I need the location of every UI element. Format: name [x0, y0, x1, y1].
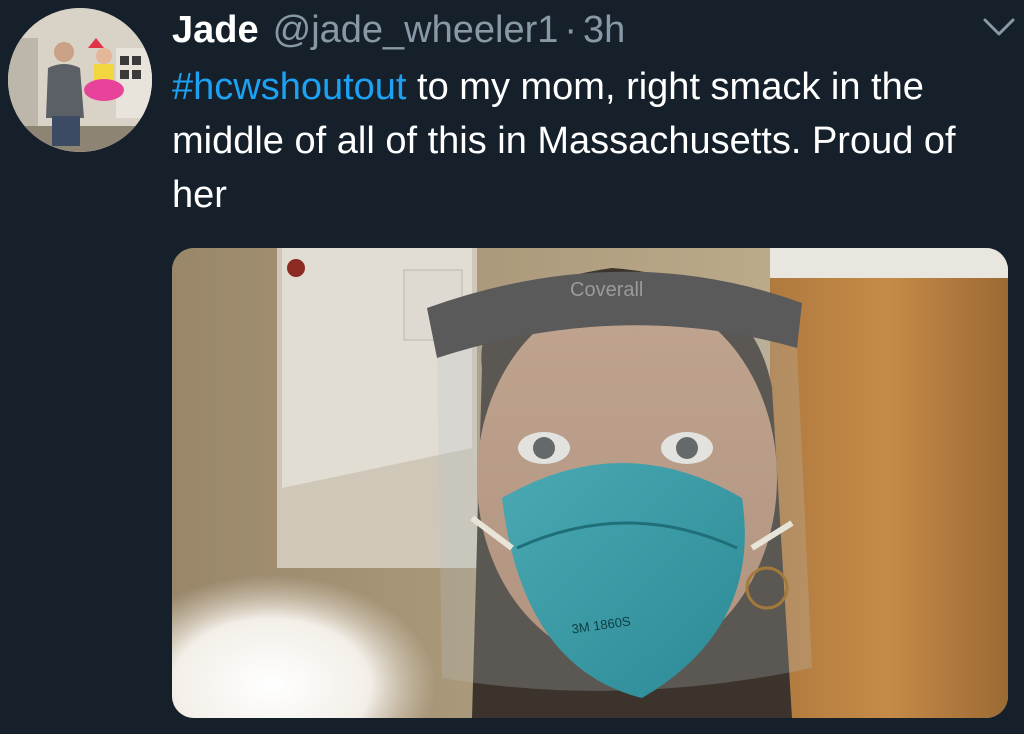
chevron-down-icon[interactable]	[982, 16, 1016, 38]
avatar-photo	[8, 8, 152, 152]
tweet-photo[interactable]: Coverall 3M 1860S	[172, 248, 1008, 718]
avatar[interactable]	[8, 8, 152, 152]
tweet-header: Jade @jade_wheeler1 · 3h	[172, 8, 625, 52]
separator-dot: ·	[564, 9, 578, 51]
hashtag-link[interactable]: #hcwshoutout	[172, 66, 407, 108]
timestamp[interactable]: 3h	[583, 8, 625, 52]
shield-brand-text: Coverall	[570, 279, 643, 301]
author-handle[interactable]: @jade_wheeler1	[273, 8, 559, 52]
photo-image: Coverall 3M 1860S	[172, 248, 1008, 718]
author-name[interactable]: Jade	[172, 8, 259, 52]
tweet[interactable]: Jade @jade_wheeler1 · 3h #hcwshoutout to…	[0, 0, 1024, 734]
tweet-text: #hcwshoutout to my mom, right smack in t…	[172, 60, 1002, 222]
